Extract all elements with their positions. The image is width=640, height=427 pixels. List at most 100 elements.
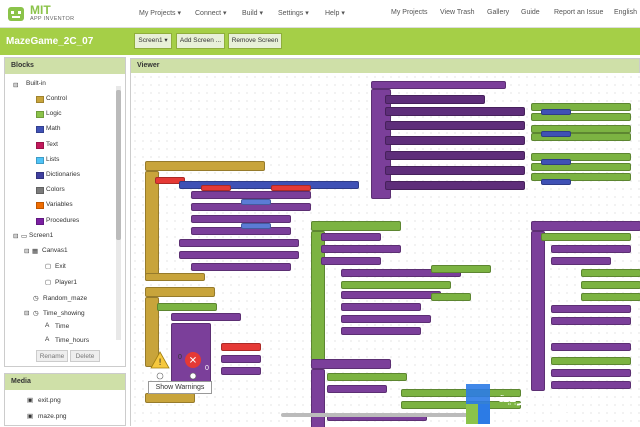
code-block[interactable] [385,136,525,145]
code-block[interactable] [551,245,631,253]
code-block[interactable] [341,327,421,335]
builtin-drawer-procedures[interactable]: Procedures [46,217,79,224]
code-block[interactable] [157,303,217,311]
code-block[interactable] [179,239,299,247]
code-block[interactable] [221,367,261,375]
code-block[interactable] [551,317,631,325]
code-block[interactable] [385,121,525,130]
code-block[interactable] [385,151,525,160]
builtin-tree-label[interactable]: Built-in [26,80,46,87]
code-block[interactable] [531,231,545,391]
code-block[interactable] [311,359,391,369]
code-block[interactable] [341,291,441,299]
builtin-drawer-math[interactable]: Math [46,125,60,132]
builtin-drawer-text[interactable]: Text [46,141,58,148]
nav-settings-menu[interactable]: Settings ▾ [278,9,309,17]
collapse-time-showing-icon[interactable]: ⊟ [24,309,29,317]
code-block[interactable] [581,293,640,301]
code-block[interactable] [321,245,401,253]
rename-button[interactable]: Rename [36,350,68,362]
code-block[interactable] [145,287,215,297]
code-block[interactable] [551,257,611,265]
code-block[interactable] [271,185,311,191]
code-block[interactable] [541,233,631,241]
blocks-scrollbar-thumb[interactable] [116,90,121,240]
code-block[interactable] [541,131,571,137]
code-block[interactable] [221,355,261,363]
nav-my-projects-link[interactable]: My Projects [391,9,428,16]
code-block[interactable] [581,269,640,277]
media-file-item[interactable]: maze.png [38,413,67,420]
code-block[interactable] [321,233,381,241]
collapse-screen-icon[interactable]: ⊟ [13,232,18,240]
code-block[interactable] [191,191,311,199]
code-block[interactable] [541,179,571,185]
time-tree-item[interactable]: Time [55,323,69,330]
code-block[interactable] [551,343,631,351]
code-block[interactable] [385,95,485,104]
code-block[interactable] [327,385,387,393]
app-logo[interactable]: MIT APP INVENTOR [6,2,106,26]
nav-build-menu[interactable]: Build ▾ [242,9,263,17]
canvas1-tree-item[interactable]: Canvas1 [42,247,68,254]
code-block[interactable] [311,369,325,427]
code-block[interactable] [431,265,491,273]
code-block[interactable] [581,281,640,289]
collapse-builtin-icon[interactable]: ⊟ [13,81,18,89]
code-block[interactable] [145,171,159,281]
delete-button[interactable]: Delete [70,350,100,362]
time-showing-tree-item[interactable]: Time_showing [43,310,85,317]
media-file-item[interactable]: exit.png [38,397,61,404]
show-warnings-button[interactable]: Show Warnings [148,381,212,394]
nav-language-menu[interactable]: English [614,9,637,16]
add-screen-button[interactable]: Add Screen ... [176,33,225,49]
nav-help-menu[interactable]: Help ▾ [325,9,345,17]
code-block[interactable] [551,357,631,365]
code-block[interactable] [531,221,640,231]
code-block[interactable] [145,161,265,171]
code-block[interactable] [541,159,571,165]
code-block[interactable] [171,313,241,321]
builtin-drawer-dictionaries[interactable]: Dictionaries [46,171,80,178]
remove-screen-button[interactable]: Remove Screen [228,33,282,49]
nav-connect-menu[interactable]: Connect ▾ [195,9,227,17]
builtin-drawer-colors[interactable]: Colors [46,186,65,193]
code-block[interactable] [145,393,195,403]
builtin-drawer-control[interactable]: Control [46,95,67,102]
nav-view-trash-link[interactable]: View Trash [440,9,475,16]
code-block[interactable] [341,303,421,311]
builtin-drawer-lists[interactable]: Lists [46,156,59,163]
screen-select-dropdown[interactable]: Screen1 ▾ [134,33,172,49]
nav-my-projects-menu[interactable]: My Projects ▾ [139,9,181,17]
screen1-tree-item[interactable]: Screen1 [29,232,53,239]
code-block[interactable] [191,215,291,223]
code-block[interactable] [385,181,525,190]
code-block[interactable] [327,373,407,381]
code-block[interactable] [371,81,506,89]
code-block[interactable] [551,305,631,313]
code-block[interactable] [551,369,631,377]
code-block[interactable] [385,107,525,116]
nav-gallery-link[interactable]: Gallery [487,9,509,16]
code-block[interactable] [341,281,451,289]
workspace-horizontal-scrollbar[interactable] [281,413,481,417]
code-block[interactable] [179,251,299,259]
code-block[interactable] [541,109,571,115]
code-block[interactable] [341,315,431,323]
code-block[interactable] [431,293,471,301]
code-block[interactable] [145,273,205,281]
code-block[interactable] [321,257,381,265]
code-block[interactable] [241,199,271,205]
code-block[interactable] [201,185,231,191]
code-block[interactable] [221,343,261,351]
nav-guide-link[interactable]: Guide [521,9,540,16]
builtin-drawer-logic[interactable]: Logic [46,110,62,117]
code-block[interactable] [385,166,525,175]
random-maze-tree-item[interactable]: Random_maze [43,295,87,302]
code-block[interactable] [241,223,271,229]
builtin-drawer-variables[interactable]: Variables [46,201,73,208]
time-hours-tree-item[interactable]: Time_hours [55,337,89,344]
nav-report-issue-link[interactable]: Report an Issue [554,9,603,16]
collapse-canvas-icon[interactable]: ⊟ [24,247,29,255]
code-block[interactable] [311,221,401,231]
